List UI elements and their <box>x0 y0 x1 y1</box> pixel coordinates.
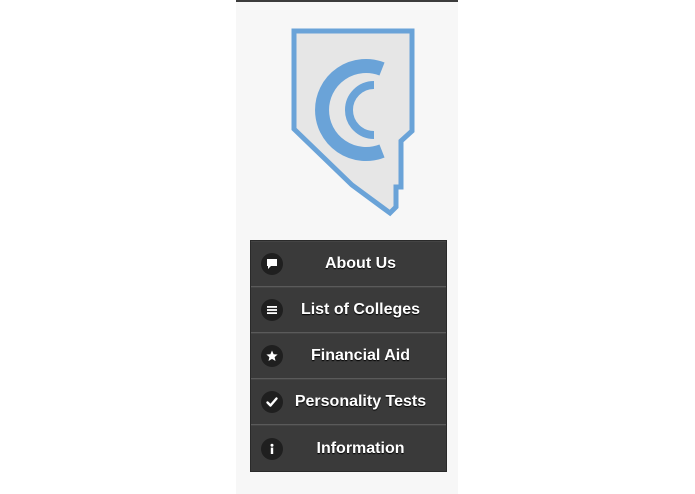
speech-bubble-icon <box>261 253 283 275</box>
site-logo[interactable] <box>290 27 416 217</box>
nav-item-information[interactable]: Information <box>251 425 446 471</box>
checkmark-icon <box>261 391 283 413</box>
nav-item-about-us[interactable]: About Us <box>251 241 446 287</box>
nav-item-financial-aid[interactable]: Financial Aid <box>251 333 446 379</box>
list-icon <box>261 299 283 321</box>
info-icon <box>261 437 283 460</box>
main-nav: About Us List of Colleges Financial Aid <box>250 240 447 472</box>
page: About Us List of Colleges Financial Aid <box>0 0 695 494</box>
star-icon <box>261 345 283 367</box>
nav-item-list-of-colleges[interactable]: List of Colleges <box>251 287 446 333</box>
nav-item-personality-tests[interactable]: Personality Tests <box>251 379 446 425</box>
